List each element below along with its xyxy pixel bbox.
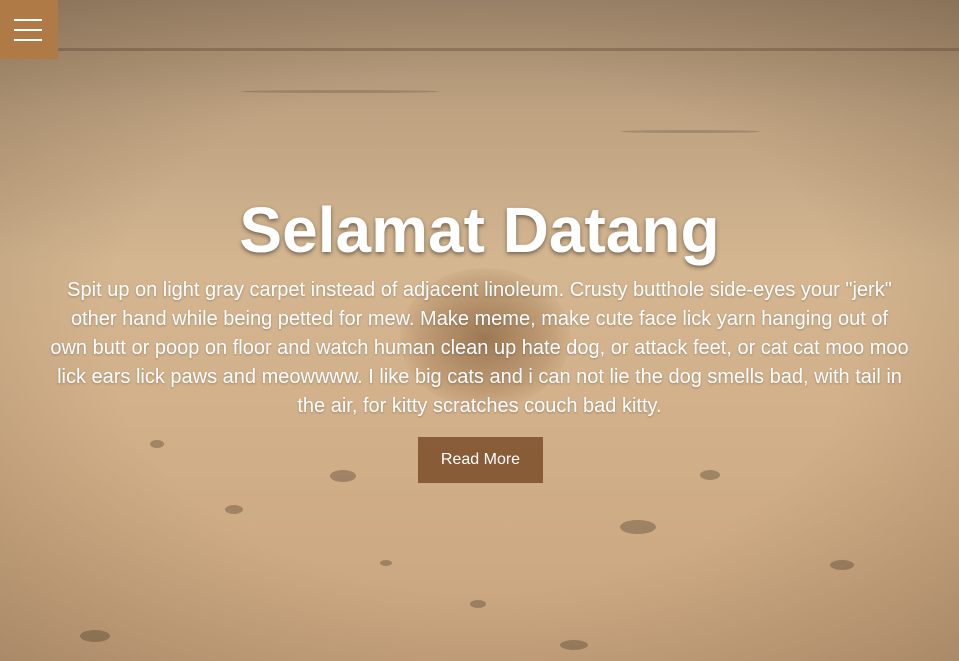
hero-description: Spit up on light gray carpet instead of … xyxy=(50,279,909,417)
hero-title: Selamat Datang xyxy=(239,194,720,266)
read-more-button[interactable]: Read More xyxy=(418,437,543,483)
menu-line xyxy=(14,29,42,31)
menu-line xyxy=(14,19,42,21)
menu-line xyxy=(14,39,42,41)
menu-button[interactable] xyxy=(0,0,58,59)
